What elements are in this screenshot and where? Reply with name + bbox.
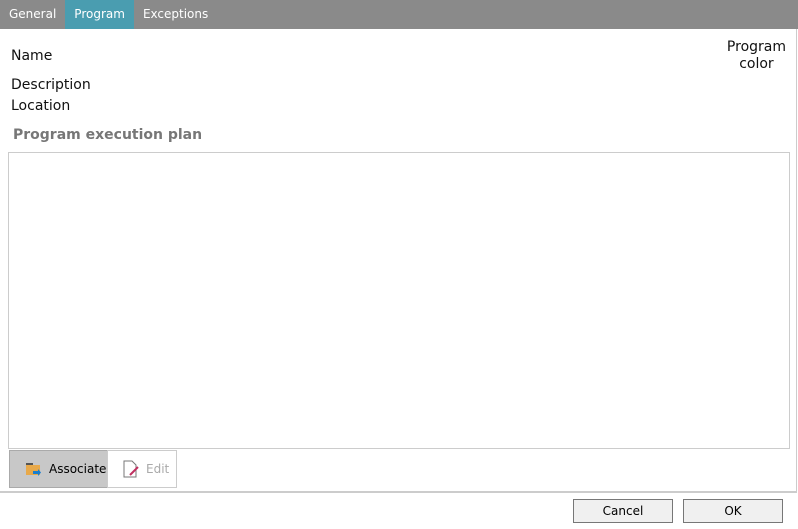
- tab-bar: General Program Exceptions: [0, 0, 798, 29]
- program-color-label: Program color: [727, 39, 786, 73]
- location-label: Location: [11, 98, 71, 114]
- associate-button[interactable]: Associate: [9, 450, 108, 488]
- execution-plan-list[interactable]: [8, 152, 790, 449]
- folder-associate-icon: [26, 463, 41, 476]
- program-panel: Name Description Location Program color P…: [0, 29, 797, 493]
- description-label: Description: [11, 77, 91, 93]
- program-color-line2: color: [739, 56, 774, 72]
- tab-program[interactable]: Program: [65, 0, 134, 29]
- cancel-button[interactable]: Cancel: [573, 499, 673, 523]
- associate-label: Associate: [49, 462, 107, 476]
- edit-document-icon: [123, 460, 139, 478]
- program-color-line1: Program: [726, 39, 786, 55]
- tab-exceptions[interactable]: Exceptions: [134, 0, 217, 29]
- section-title: Program execution plan: [13, 127, 203, 143]
- name-label: Name: [11, 48, 53, 64]
- tab-general[interactable]: General: [0, 0, 65, 29]
- edit-button[interactable]: Edit: [107, 450, 177, 488]
- ok-button[interactable]: OK: [683, 499, 783, 523]
- edit-label: Edit: [146, 462, 170, 476]
